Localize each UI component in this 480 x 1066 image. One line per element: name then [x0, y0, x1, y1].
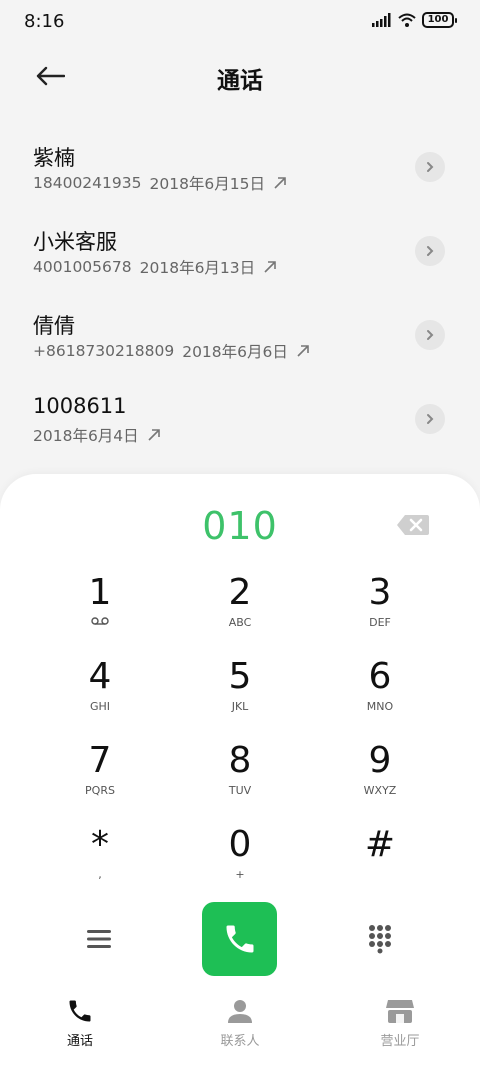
call-list-item[interactable]: 小米客服 4001005678 2018年6月13日: [0, 214, 480, 298]
key-6[interactable]: 6 MNO: [310, 656, 450, 740]
key-digit: 0: [228, 824, 252, 865]
nav-label: 联系人: [220, 1034, 260, 1049]
key-digit: 9: [368, 740, 392, 781]
outgoing-call-icon: [263, 260, 277, 274]
backspace-button[interactable]: [396, 514, 430, 540]
key-letters: ,: [98, 868, 102, 881]
key-8[interactable]: 8 TUV: [170, 740, 310, 824]
phone-icon: [66, 996, 94, 1026]
call-number: 18400241935: [33, 174, 142, 192]
key-digit: 3: [368, 572, 392, 613]
nav-label: 营业厅: [380, 1034, 420, 1049]
chevron-right-icon: [427, 330, 434, 340]
key-0[interactable]: 0 +: [170, 824, 310, 908]
bottom-navigation: 通话 联系人 营业厅: [0, 996, 480, 1066]
status-time: 8:16: [24, 11, 65, 32]
key-3[interactable]: 3 DEF: [310, 572, 450, 656]
person-icon: [226, 996, 254, 1026]
signal-icon: [372, 13, 391, 27]
key-digit: 5: [228, 656, 252, 697]
call-detail-button[interactable]: [415, 236, 445, 266]
call-detail: 2018年6月4日: [33, 424, 480, 446]
key-hash[interactable]: #: [310, 824, 450, 908]
call-list-item[interactable]: 倩倩 +8618730218809 2018年6月6日: [0, 298, 480, 382]
key-digit: 6: [368, 656, 392, 697]
status-icons: 100: [372, 12, 457, 28]
chevron-right-icon: [427, 246, 434, 256]
menu-icon: [87, 930, 111, 948]
key-9[interactable]: 9 WXYZ: [310, 740, 450, 824]
call-detail-button[interactable]: [415, 152, 445, 182]
key-letters: +: [235, 868, 245, 881]
nav-tab-contacts[interactable]: 联系人: [160, 996, 320, 1066]
call-detail-button[interactable]: [415, 320, 445, 350]
call-contact-name: 1008611: [33, 394, 127, 418]
key-digit: #: [364, 824, 396, 865]
call-date: 2018年6月4日: [33, 427, 139, 445]
nav-tab-store[interactable]: 营业厅: [320, 996, 480, 1066]
voicemail-icon: [91, 616, 109, 630]
dial-keypad: 1 2 ABC 3 DEF 4 GHI 5 JKL 6 MNO 7 PQRS 8…: [30, 572, 450, 908]
key-digit: *: [91, 824, 109, 865]
key-letters: GHI: [89, 700, 111, 713]
phone-icon: [226, 925, 253, 953]
key-7[interactable]: 7 PQRS: [30, 740, 170, 824]
key-digit: 1: [88, 572, 112, 613]
key-4[interactable]: 4 GHI: [30, 656, 170, 740]
key-letters: TUV: [228, 784, 252, 797]
recent-calls-list: 紫楠 18400241935 2018年6月15日 小米客服 400100567…: [0, 130, 480, 466]
key-digit: 4: [88, 656, 112, 697]
key-digit: 7: [88, 740, 112, 781]
keypad-toggle-button[interactable]: [363, 920, 397, 958]
key-letters: MNO: [366, 700, 394, 713]
call-date: 2018年6月15日: [149, 175, 266, 193]
call-contact-name: 紫楠: [33, 146, 75, 170]
chevron-right-icon: [427, 162, 434, 172]
outgoing-call-icon: [273, 176, 287, 190]
outgoing-call-icon: [296, 344, 310, 358]
wifi-icon: [398, 13, 416, 27]
call-detail-button[interactable]: [415, 404, 445, 434]
call-number: +8618730218809: [33, 342, 175, 360]
call-number: 4001005678: [33, 258, 132, 276]
call-detail: 18400241935 2018年6月15日: [33, 172, 480, 194]
key-letters: ABC: [228, 616, 252, 629]
key-digit: 8: [228, 740, 252, 781]
app-header: 通话: [0, 48, 480, 104]
call-contact-name: 倩倩: [33, 314, 75, 338]
nav-tab-calls[interactable]: 通话: [0, 996, 160, 1066]
key-star[interactable]: * ,: [30, 824, 170, 908]
dialer-action-row: [0, 902, 480, 976]
key-1[interactable]: 1: [30, 572, 170, 656]
call-button[interactable]: [202, 902, 277, 976]
call-list-item[interactable]: 1008611 2018年6月4日: [0, 382, 480, 466]
key-letters: PQRS: [85, 784, 115, 797]
key-5[interactable]: 5 JKL: [170, 656, 310, 740]
key-2[interactable]: 2 ABC: [170, 572, 310, 656]
status-bar: 8:16 100: [0, 0, 480, 44]
call-detail: +8618730218809 2018年6月6日: [33, 340, 480, 362]
key-digit: 2: [228, 572, 252, 613]
call-detail: 4001005678 2018年6月13日: [33, 256, 480, 278]
nav-label: 通话: [66, 1034, 93, 1049]
call-list-item[interactable]: 紫楠 18400241935 2018年6月15日: [0, 130, 480, 214]
call-contact-name: 小米客服: [33, 230, 117, 254]
key-letters: JKL: [231, 700, 249, 713]
key-letters: WXYZ: [363, 784, 397, 797]
key-letters: DEF: [369, 616, 391, 629]
backspace-icon: [397, 515, 429, 535]
page-title: 通话: [217, 68, 263, 94]
chevron-right-icon: [427, 414, 434, 424]
call-date: 2018年6月6日: [182, 343, 288, 361]
battery-indicator: 100: [422, 12, 457, 28]
dialer-panel: 010 1 2 ABC 3 DEF 4 GHI 5 JKL 6 MNO 7 PQ…: [0, 474, 480, 1066]
dialpad-icon: [369, 925, 391, 954]
menu-button[interactable]: [82, 922, 116, 956]
call-date: 2018年6月13日: [139, 259, 256, 277]
store-icon: [385, 996, 415, 1026]
outgoing-call-icon: [147, 428, 161, 442]
